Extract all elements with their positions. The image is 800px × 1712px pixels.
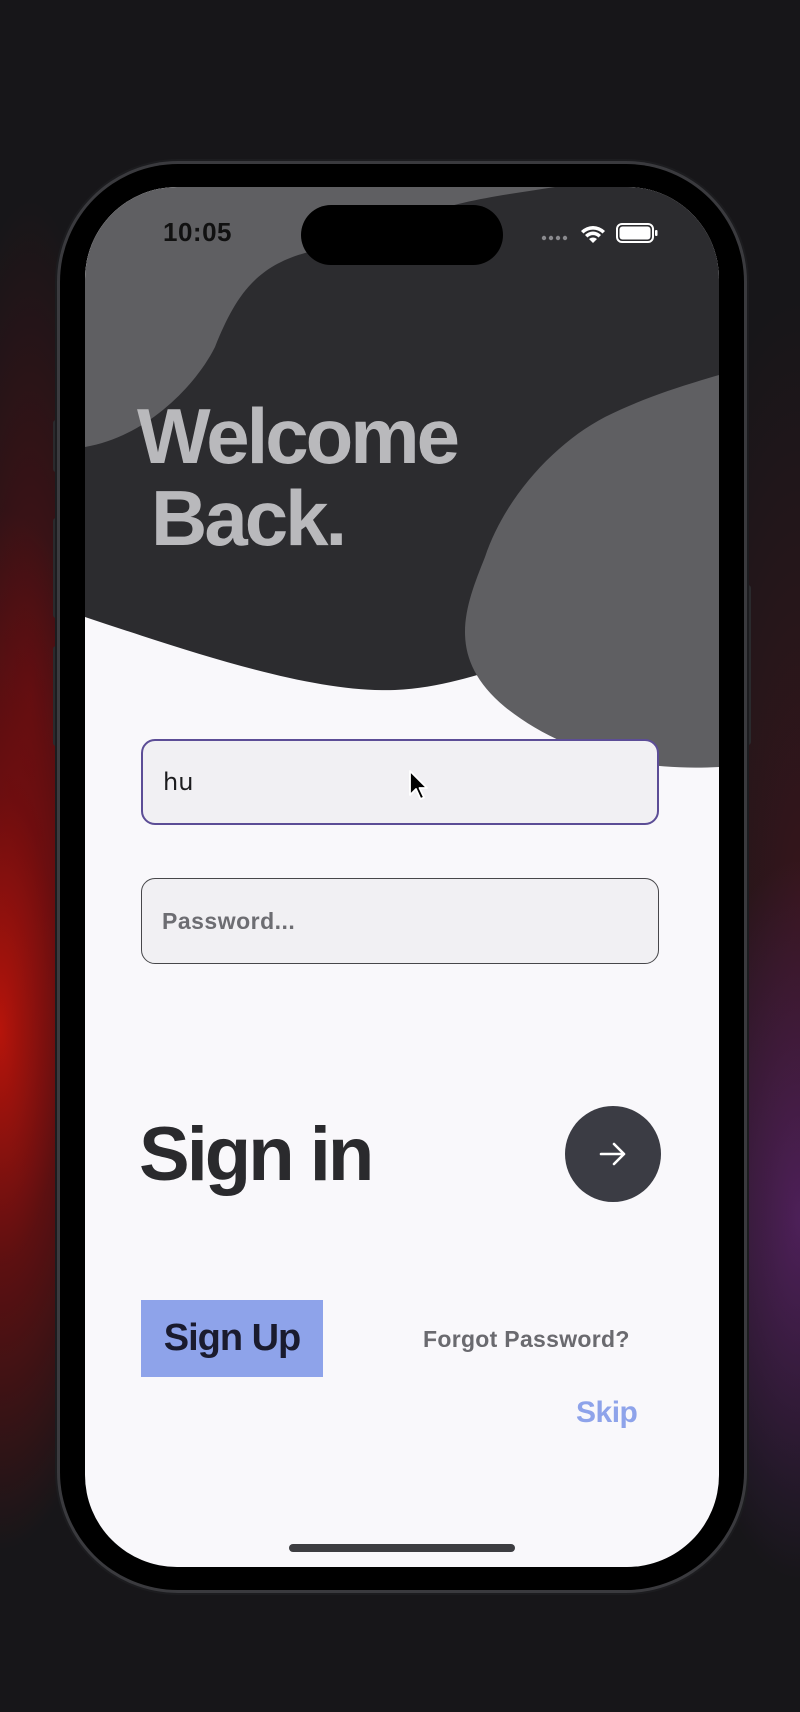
app-screen: 10:05 Welcome Back. hu Password... Sign … (85, 187, 719, 1567)
dynamic-island (301, 205, 503, 265)
phone-action-button (53, 420, 60, 472)
welcome-title: Welcome Back. (137, 392, 460, 562)
sign-up-button[interactable]: Sign Up (141, 1300, 323, 1377)
desktop-background: 10:05 Welcome Back. hu Password... Sign … (0, 0, 800, 1712)
status-icons (541, 223, 658, 243)
forgot-password-link[interactable]: Forgot Password? (423, 1326, 630, 1353)
wifi-icon (581, 226, 605, 243)
email-input[interactable]: hu (141, 739, 659, 825)
battery-icon (616, 223, 658, 243)
status-time: 10:05 (163, 217, 232, 247)
arrow-right-icon (599, 1142, 626, 1166)
sign-in-submit-button[interactable] (565, 1106, 661, 1202)
home-indicator[interactable] (289, 1544, 515, 1552)
sign-in-title: Sign in (139, 1112, 374, 1197)
email-input-value: hu (163, 768, 194, 796)
mouse-pointer-icon (409, 770, 428, 800)
phone-volume-up-button (53, 518, 60, 618)
welcome-title-line2: Back. (151, 474, 347, 562)
welcome-title-line1: Welcome (137, 392, 460, 480)
signal-dots-icon (541, 235, 568, 241)
phone-power-button (744, 585, 751, 745)
password-placeholder: Password... (162, 907, 296, 934)
password-input[interactable]: Password... (141, 878, 659, 964)
skip-link[interactable]: Skip (576, 1396, 638, 1430)
phone-volume-down-button (53, 646, 60, 746)
